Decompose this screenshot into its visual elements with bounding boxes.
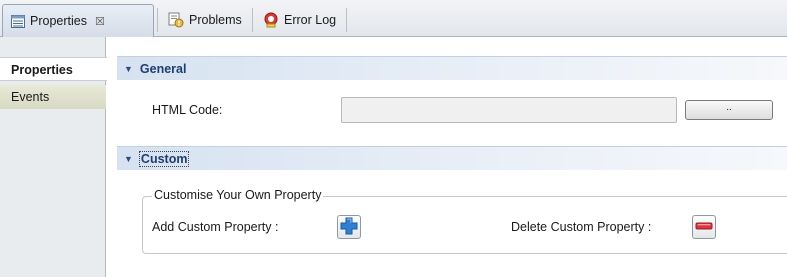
browse-button[interactable]: .. (685, 100, 773, 120)
chevron-down-icon[interactable]: ▼ (124, 154, 133, 164)
delete-custom-property-button[interactable] (692, 215, 716, 239)
tab-problems-label: Problems (189, 13, 242, 27)
custom-section-title: Custom (138, 150, 190, 167)
error-log-icon (263, 12, 279, 28)
add-custom-property-button[interactable] (337, 215, 361, 239)
property-category-tabs: Properties Events (0, 37, 107, 277)
left-tab-events[interactable]: Events (0, 85, 106, 109)
properties-icon (11, 14, 25, 28)
custom-property-group-title: Customise Your Own Property (152, 188, 324, 202)
html-code-field[interactable] (341, 97, 677, 123)
view-tab-strip: Properties ☒ Problems Error Log (0, 0, 787, 37)
tab-problems[interactable]: Problems (160, 6, 248, 34)
left-tab-properties[interactable]: Properties (0, 57, 107, 81)
html-code-label: HTML Code: (152, 103, 223, 117)
add-custom-property-label: Add Custom Property : (152, 220, 279, 234)
close-icon[interactable]: ☒ (95, 15, 105, 28)
tab-properties-label: Properties (30, 14, 87, 28)
tab-properties[interactable]: Properties ☒ (2, 4, 154, 37)
delete-custom-property-label: Delete Custom Property : (511, 220, 652, 234)
plus-icon (340, 217, 358, 238)
minus-icon (695, 220, 713, 234)
tab-separator (252, 8, 253, 32)
tab-error-log[interactable]: Error Log (255, 6, 342, 34)
tab-separator (157, 8, 158, 32)
tab-error-log-label: Error Log (284, 13, 337, 27)
custom-section-header[interactable]: ▼ Custom (117, 146, 787, 170)
chevron-down-icon[interactable]: ▼ (124, 64, 133, 74)
tab-separator (346, 8, 347, 32)
general-section-title: General (139, 61, 187, 76)
general-section-header[interactable]: ▼ General (117, 56, 787, 80)
problems-icon (168, 12, 184, 28)
